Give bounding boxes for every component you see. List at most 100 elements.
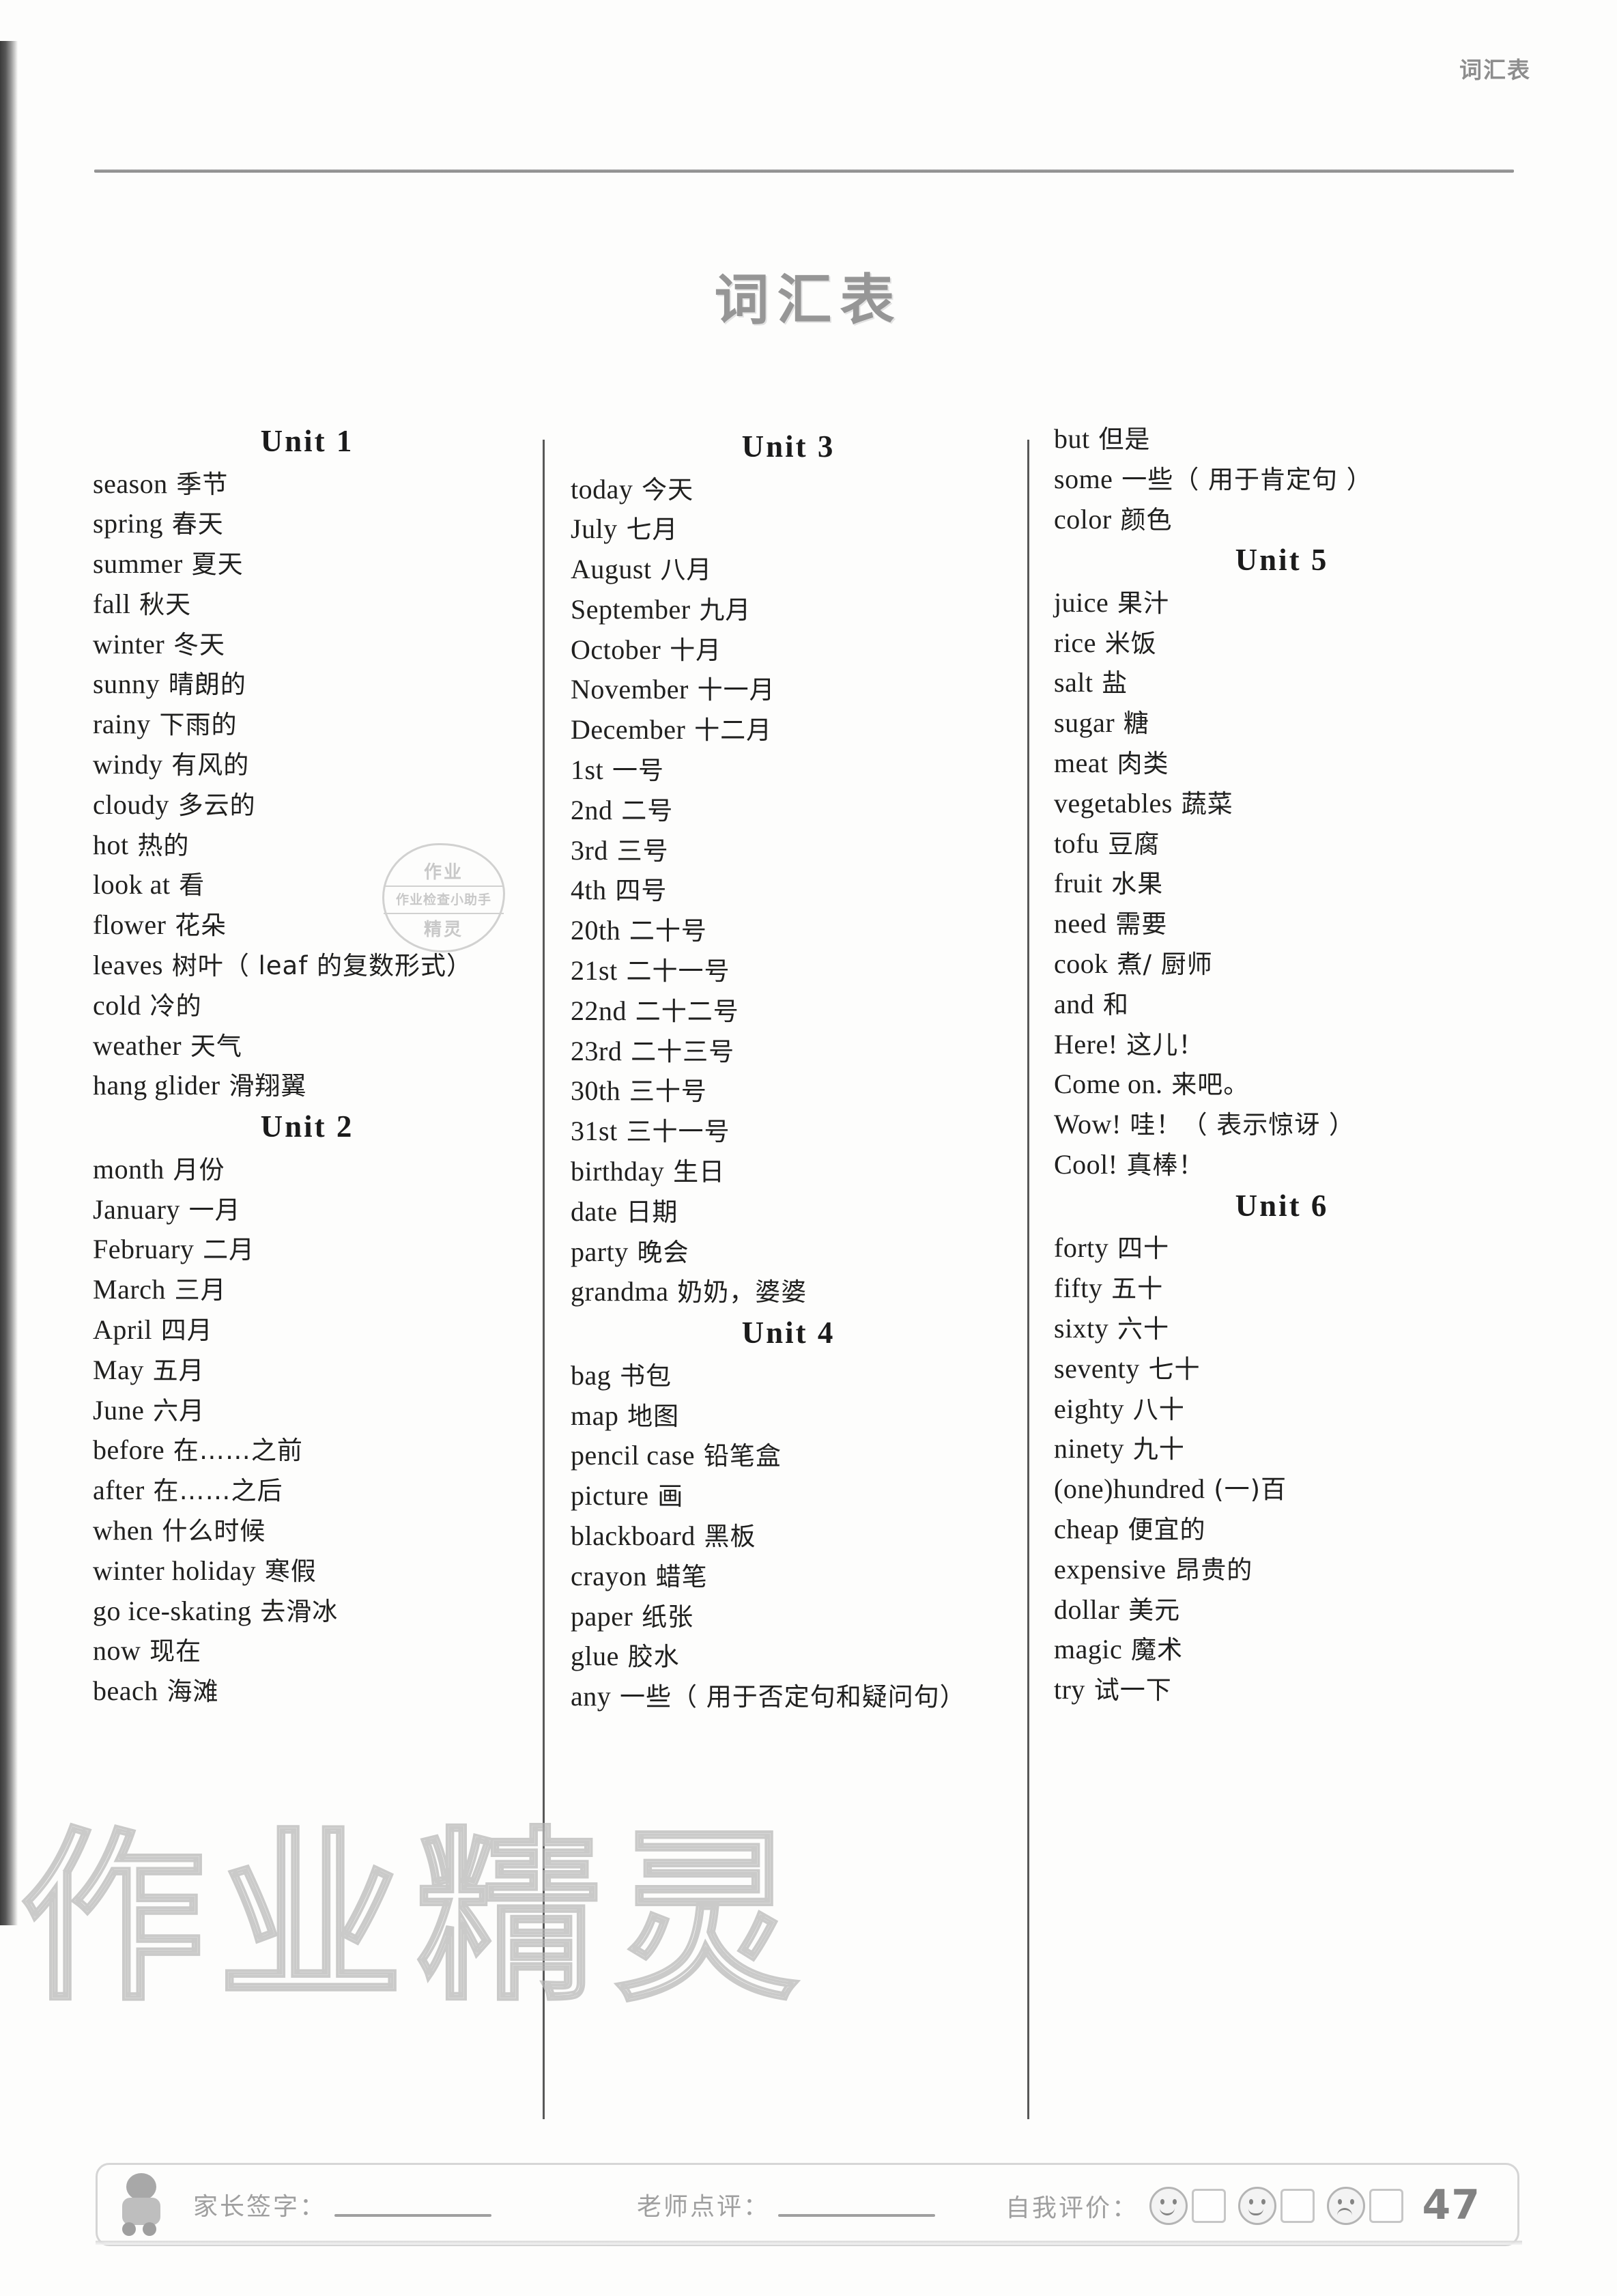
vocabulary-entry: forty 四十 bbox=[1043, 1232, 1521, 1264]
vocabulary-entry: after 在……之后 bbox=[82, 1475, 532, 1507]
entry-english: windy bbox=[93, 749, 163, 780]
entry-chinese: 下雨的 bbox=[150, 710, 238, 740]
entry-english: month bbox=[93, 1153, 164, 1185]
entry-chinese: 花朵 bbox=[166, 911, 227, 941]
entry-english: picture bbox=[571, 1480, 649, 1512]
entry-english: date bbox=[571, 1195, 618, 1227]
entry-english: Cool! bbox=[1054, 1149, 1118, 1180]
entry-english: fruit bbox=[1054, 868, 1103, 899]
entry-chinese: 十月 bbox=[661, 635, 722, 665]
entry-english: sunny bbox=[93, 668, 160, 700]
entry-english: July bbox=[571, 513, 618, 545]
vocabulary-entry: vegetables 蔬菜 bbox=[1043, 788, 1521, 820]
entry-chinese: 奶奶，婆婆 bbox=[668, 1277, 807, 1307]
entry-english: magic bbox=[1054, 1634, 1123, 1665]
entry-english: tofu bbox=[1054, 827, 1100, 859]
neutral-face-checkbox[interactable] bbox=[1280, 2189, 1315, 2223]
vocabulary-entry: 23rd 二十三号 bbox=[560, 1036, 1017, 1068]
entry-english: weather bbox=[93, 1030, 182, 1061]
self-evaluation-options bbox=[1149, 2187, 1416, 2225]
sad-face-checkbox[interactable] bbox=[1369, 2189, 1404, 2223]
entry-chinese: 多云的 bbox=[169, 790, 256, 820]
happy-face-checkbox[interactable] bbox=[1192, 2189, 1227, 2223]
vocabulary-entry: (one)hundred (一)百 bbox=[1043, 1473, 1521, 1505]
vocabulary-entry: June 六月 bbox=[82, 1395, 532, 1427]
entry-english: September bbox=[571, 593, 691, 625]
vocabulary-entry: date 日期 bbox=[560, 1196, 1017, 1228]
vocabulary-entry: summer 夏天 bbox=[82, 548, 532, 580]
entry-chinese: 九十 bbox=[1124, 1434, 1185, 1464]
entry-english: bag bbox=[571, 1359, 612, 1391]
vocabulary-entry: 21st 二十一号 bbox=[560, 955, 1017, 987]
entry-english: now bbox=[93, 1635, 141, 1667]
vocabulary-entry: winter 冬天 bbox=[82, 629, 532, 661]
teacher-comment-field[interactable]: 老师点评： bbox=[637, 2187, 936, 2222]
mascot-icon bbox=[111, 2173, 170, 2236]
vocabulary-entry: 22nd 二十二号 bbox=[560, 995, 1017, 1027]
vocabulary-entry: eighty 八十 bbox=[1043, 1393, 1521, 1426]
vocabulary-entry: cold 冷的 bbox=[82, 990, 532, 1022]
entry-english: seventy bbox=[1054, 1352, 1140, 1384]
entry-english: vegetables bbox=[1054, 787, 1173, 819]
entry-english: when bbox=[93, 1514, 154, 1546]
vocabulary-entry: October 十月 bbox=[560, 634, 1017, 666]
vocabulary-entry: 31st 三十一号 bbox=[560, 1116, 1017, 1148]
entry-chinese: 八十 bbox=[1124, 1394, 1185, 1424]
entry-chinese: 三号 bbox=[607, 836, 669, 866]
entry-chinese: 十二月 bbox=[685, 715, 773, 746]
happy-face-icon bbox=[1149, 2187, 1188, 2225]
entry-chinese: 季节 bbox=[167, 469, 229, 499]
vocabulary-entry: beach 海滩 bbox=[82, 1675, 532, 1707]
entry-english: April bbox=[93, 1314, 152, 1345]
vocabulary-entry: flower 花朵 bbox=[82, 909, 532, 941]
entry-english: cold bbox=[93, 989, 141, 1021]
entry-chinese: 晴朗的 bbox=[160, 670, 246, 700]
running-head: 词汇表 bbox=[1459, 57, 1531, 83]
vocabulary-entry: fruit 水果 bbox=[1043, 868, 1521, 900]
page-number: 47 bbox=[1422, 2181, 1480, 2229]
entry-english: cheap bbox=[1054, 1513, 1119, 1544]
entry-chinese: 冬天 bbox=[164, 629, 225, 660]
entry-chinese: 一些（ 用于否定句和疑问句） bbox=[611, 1682, 966, 1712]
parent-signature-line[interactable] bbox=[334, 2214, 492, 2217]
entry-english: fifty bbox=[1054, 1273, 1103, 1304]
vocabulary-entry: 30th 三十号 bbox=[560, 1075, 1017, 1107]
entry-chinese: 有风的 bbox=[162, 750, 250, 780]
parent-signature-label: 家长签字： bbox=[193, 2193, 327, 2221]
vocabulary-entry: February 二月 bbox=[82, 1234, 532, 1266]
vocabulary-entry: November 十一月 bbox=[560, 674, 1017, 706]
vocabulary-entry: fall 秋天 bbox=[82, 589, 532, 621]
entry-chinese: 一些（ 用于肯定句 ） bbox=[1113, 464, 1373, 494]
entry-english: eighty bbox=[1054, 1393, 1124, 1424]
entry-english: 4th bbox=[571, 875, 607, 906]
vocabulary-entry: 20th 二十号 bbox=[560, 915, 1017, 947]
entry-chinese: 四号 bbox=[606, 876, 668, 906]
entry-chinese: 日期 bbox=[617, 1197, 678, 1227]
entry-chinese: 米饭 bbox=[1096, 628, 1157, 658]
entry-chinese: 二十号 bbox=[620, 916, 707, 946]
entry-english: August bbox=[571, 554, 652, 585]
entry-chinese: 天气 bbox=[182, 1031, 242, 1061]
entry-chinese: 热的 bbox=[128, 830, 190, 860]
entry-english: juice bbox=[1054, 586, 1109, 618]
teacher-comment-line[interactable] bbox=[778, 2214, 936, 2217]
vocabulary-entry: January 一月 bbox=[82, 1194, 532, 1226]
entry-chinese: (一)百 bbox=[1205, 1475, 1287, 1505]
vocabulary-entry: 2nd 二号 bbox=[560, 795, 1017, 827]
entry-chinese: 十一月 bbox=[688, 675, 775, 705]
unit-heading: Unit 2 bbox=[260, 1109, 354, 1144]
vocabulary-entry: ninety 九十 bbox=[1043, 1433, 1521, 1465]
vocabulary-entry: winter holiday 寒假 bbox=[82, 1555, 532, 1587]
neutral-face-icon bbox=[1238, 2187, 1277, 2225]
entry-chinese: 三十号 bbox=[620, 1077, 707, 1107]
entry-english: October bbox=[571, 634, 661, 665]
vocabulary-entry: July 七月 bbox=[560, 513, 1017, 545]
entry-english: 22nd bbox=[571, 995, 627, 1026]
entry-chinese: 滑翔翼 bbox=[220, 1071, 307, 1101]
parent-signature-field[interactable]: 家长签字： bbox=[193, 2187, 492, 2222]
entry-english: try bbox=[1054, 1674, 1085, 1705]
entry-english: grandma bbox=[571, 1276, 669, 1307]
entry-english: but bbox=[1054, 423, 1090, 454]
column-divider-1 bbox=[543, 440, 545, 2119]
entry-chinese: 果汁 bbox=[1108, 588, 1169, 618]
